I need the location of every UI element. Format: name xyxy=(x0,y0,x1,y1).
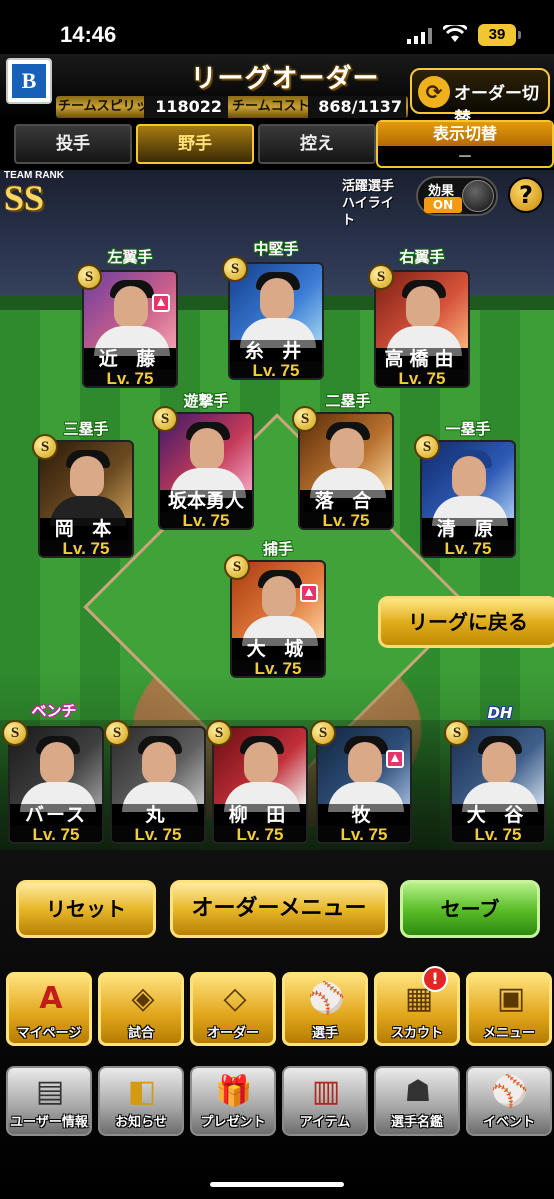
player-name: 近 藤 xyxy=(84,348,176,370)
player-name: 糸 井 xyxy=(230,340,322,362)
bench-label: ベンチ xyxy=(31,702,77,720)
gift-box-icon: 🎁 xyxy=(215,1074,253,1109)
star-rank-badge: S xyxy=(32,434,58,460)
nav-my-page[interactable]: A マイページ xyxy=(6,972,92,1046)
star-rank-badge: S xyxy=(104,720,130,746)
player-level: Lv. 75 xyxy=(318,826,410,842)
star-rank-badge: S xyxy=(206,720,232,746)
nav-match[interactable]: ◈ 試合 xyxy=(98,972,184,1046)
player-level: Lv. 75 xyxy=(112,826,204,842)
nav-players[interactable]: ⚾ 選手 xyxy=(282,972,368,1046)
status-bar: 14:46 39 xyxy=(0,0,554,54)
pos-label-right-field: 右翼手 xyxy=(399,248,445,266)
team-stats-bar: チームスピリッツ 118022 チームコスト 868/1137 xyxy=(56,96,408,118)
star-rank-badge: S xyxy=(414,434,440,460)
display-toggle-button[interactable]: 表示切替 － xyxy=(376,120,554,168)
position-tabs: 投手 野手 控え 表示切替 － xyxy=(0,120,554,170)
stadium-icon: ◈ xyxy=(131,981,155,1016)
effect-toggle[interactable]: 効果 ON xyxy=(416,176,498,216)
tab-fielders[interactable]: 野手 xyxy=(136,124,254,164)
nav-presents[interactable]: 🎁 プレゼント xyxy=(190,1066,276,1136)
team-spirits-value: 118022 xyxy=(144,96,228,118)
star-rank-badge: S xyxy=(444,720,470,746)
nav-order[interactable]: ◇ オーダー xyxy=(190,972,276,1046)
star-rank-badge: S xyxy=(2,720,28,746)
team-cost-value: 868/1137 xyxy=(308,96,406,118)
wifi-icon xyxy=(443,25,467,42)
team-logo[interactable]: B xyxy=(6,58,52,104)
page-title: リーグオーダー xyxy=(190,64,380,94)
player-level: Lv. 75 xyxy=(214,826,306,842)
condition-up-icon xyxy=(152,294,170,312)
menu-character-icon: ▣ xyxy=(496,981,526,1016)
player-level: Lv. 75 xyxy=(160,512,252,528)
highlight-label: 活躍選手ハイライト xyxy=(342,179,395,228)
clock: 14:46 xyxy=(60,22,117,47)
player-name: 柳 田 xyxy=(214,804,306,826)
player-name: バース xyxy=(10,804,102,826)
nav-menu[interactable]: ▣ メニュー xyxy=(466,972,552,1046)
player-name: 大 谷 xyxy=(452,804,544,826)
order-menu-button[interactable]: オーダーメニュー xyxy=(170,880,388,938)
condition-up-icon xyxy=(386,750,404,768)
user-card-icon: ▤ xyxy=(35,1074,65,1109)
team-cost-label: チームコスト xyxy=(232,99,310,114)
player-level: Lv. 75 xyxy=(452,826,544,842)
star-rank-badge: S xyxy=(152,406,178,432)
help-button[interactable]: ? xyxy=(508,177,544,213)
team-rank: TEAM RANK SS xyxy=(4,170,64,218)
player-level: Lv. 75 xyxy=(376,370,468,386)
player-name: 高橋由 xyxy=(376,348,468,370)
star-rank-badge: S xyxy=(292,406,318,432)
nav-player-directory[interactable]: ☗ 選手名鑑 xyxy=(374,1066,460,1136)
nav-notices[interactable]: ◧ お知らせ xyxy=(98,1066,184,1136)
pos-label-center-field: 中堅手 xyxy=(253,240,299,258)
tab-reserves[interactable]: 控え xyxy=(258,124,376,164)
player-book-icon: ☗ xyxy=(404,1074,432,1109)
star-rank-badge: S xyxy=(310,720,336,746)
star-rank-badge: S xyxy=(368,264,394,290)
items-icon: ▥ xyxy=(311,1074,341,1109)
cellular-signal-icon xyxy=(407,28,432,44)
pos-label-left-field: 左翼手 xyxy=(107,248,153,266)
home-indicator[interactable] xyxy=(210,1182,344,1187)
dh-label: DH xyxy=(487,704,513,722)
order-switch-button[interactable]: ⟳ オーダー切替 xyxy=(410,68,550,129)
back-to-league-button[interactable]: リーグに戻る xyxy=(378,596,554,648)
header: B リーグオーダー チームスピリッツ 118022 チームコスト 868/113… xyxy=(0,54,554,129)
player-level: Lv. 75 xyxy=(232,660,324,676)
nav-user-info[interactable]: ▤ ユーザー情報 xyxy=(6,1066,92,1136)
nav-items[interactable]: ▥ アイテム xyxy=(282,1066,368,1136)
mascot-notice-icon: ◧ xyxy=(127,1074,157,1109)
player-level: Lv. 75 xyxy=(230,362,322,378)
reset-button[interactable]: リセット xyxy=(16,880,156,938)
player-name: 丸 xyxy=(112,804,204,826)
save-button[interactable]: セーブ xyxy=(400,880,540,938)
nav-events[interactable]: ⚾ イベント xyxy=(466,1066,552,1136)
player-name: 坂本勇人 xyxy=(160,490,252,512)
diamond-field-icon: ◇ xyxy=(223,981,247,1016)
player-level: Lv. 75 xyxy=(10,826,102,842)
condition-up-icon xyxy=(300,584,318,602)
player-name: 岡 本 xyxy=(40,518,132,540)
scout-notification-badge: ! xyxy=(422,966,448,992)
bat-ball-icon: ⚾ xyxy=(491,1074,529,1109)
battery-indicator: 39 xyxy=(478,24,521,46)
player-level: Lv. 75 xyxy=(300,512,392,528)
refresh-arrows-icon: ⟳ xyxy=(418,76,450,108)
player-name: 清 原 xyxy=(422,518,514,540)
player-level: Lv. 75 xyxy=(422,540,514,556)
tab-pitchers[interactable]: 投手 xyxy=(14,124,132,164)
star-rank-badge: S xyxy=(222,256,248,282)
player-level: Lv. 75 xyxy=(40,540,132,556)
player-name: 落 合 xyxy=(300,490,392,512)
star-rank-badge: S xyxy=(224,554,250,580)
player-level: Lv. 75 xyxy=(84,370,176,386)
a-emblem-icon: A xyxy=(39,981,63,1016)
player-name: 牧 xyxy=(318,804,410,826)
player-name: 大 城 xyxy=(232,638,324,660)
player-pitching-icon: ⚾ xyxy=(308,981,346,1016)
star-rank-badge: S xyxy=(76,264,102,290)
